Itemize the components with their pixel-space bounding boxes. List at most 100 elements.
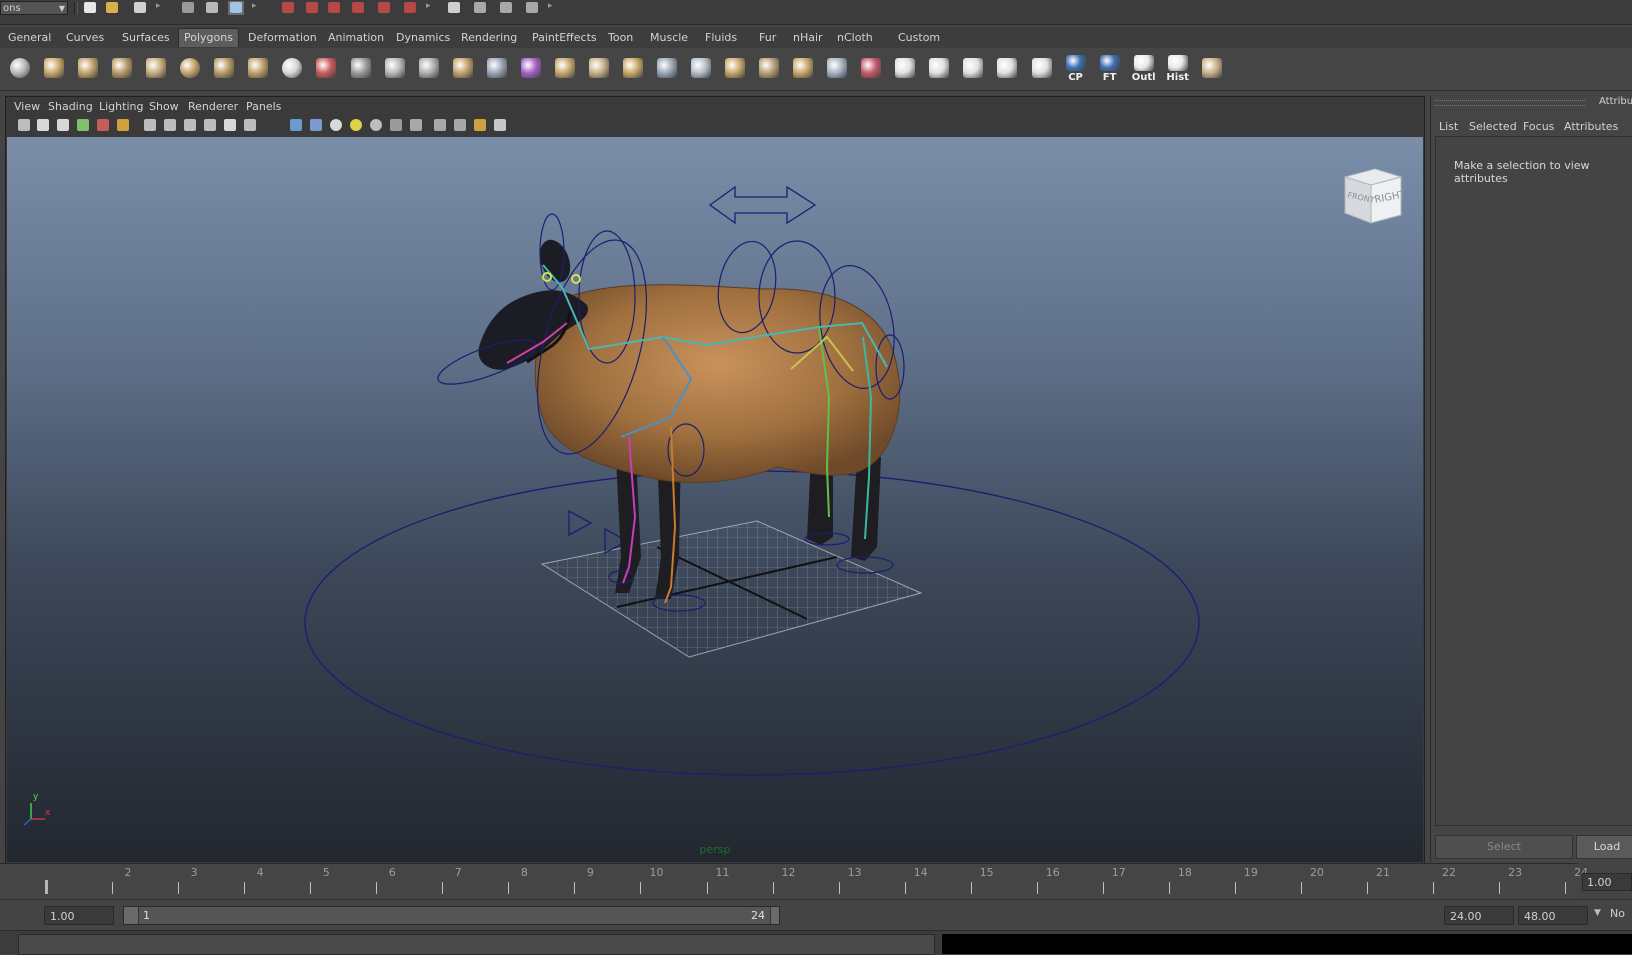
snap-grid-icon[interactable] xyxy=(280,1,296,15)
isolate-select-icon[interactable] xyxy=(390,119,402,131)
append-polygon-button[interactable] xyxy=(584,53,614,83)
shelf-tab-deformation[interactable]: Deformation xyxy=(243,29,322,47)
attr-menu-attributes[interactable]: Attributes xyxy=(1564,120,1618,133)
save-scene-icon[interactable] xyxy=(132,1,148,15)
split-polygon-button[interactable] xyxy=(448,53,478,83)
shadows-icon[interactable] xyxy=(350,119,362,131)
panel-menu-show[interactable]: Show xyxy=(149,100,179,113)
resolution-gate-icon[interactable] xyxy=(144,119,156,131)
collapse-arrow-icon[interactable]: ▸ xyxy=(426,1,431,11)
time-slider[interactable]: 23456789101112131415161718192021222324 xyxy=(0,863,1588,897)
separate-button[interactable] xyxy=(346,53,376,83)
center-pivot-button[interactable]: CP xyxy=(1061,53,1091,83)
start-time-field[interactable]: 1.00 xyxy=(44,906,114,925)
collapse-arrow-icon[interactable]: ▸ xyxy=(548,1,553,11)
four-panel-icon[interactable] xyxy=(474,119,486,131)
poly-cylinder-button[interactable] xyxy=(73,53,103,83)
animation-end-field[interactable]: 48.00 xyxy=(1518,906,1588,925)
freeze-transform-button[interactable]: FT xyxy=(1095,53,1125,83)
shelf-tab-custom[interactable]: Custom xyxy=(893,29,945,47)
collapse-arrow-icon[interactable]: ▸ xyxy=(252,1,257,11)
poly-cone-button[interactable] xyxy=(107,53,137,83)
shelf-tab-polygons[interactable]: Polygons xyxy=(178,28,239,47)
poly-sphere-button[interactable] xyxy=(5,53,35,83)
collapse-arrow-icon[interactable]: ▸ xyxy=(156,1,161,11)
end-time-field[interactable]: 24.00 xyxy=(1444,906,1514,925)
panel-menu-panels[interactable]: Panels xyxy=(246,100,281,113)
shelf-tab-animation[interactable]: Animation xyxy=(323,29,389,47)
new-scene-icon[interactable] xyxy=(82,1,98,15)
render-icon[interactable] xyxy=(446,1,462,15)
wireframe-icon[interactable] xyxy=(224,119,236,131)
range-start-handle[interactable] xyxy=(124,907,139,924)
smooth-shade-icon[interactable] xyxy=(244,119,256,131)
history-icon[interactable] xyxy=(402,1,418,15)
extract-button[interactable] xyxy=(380,53,410,83)
attr-menu-focus[interactable]: Focus xyxy=(1523,120,1554,133)
shelf-tab-toon[interactable]: Toon xyxy=(603,29,638,47)
load-attributes-button[interactable]: Load xyxy=(1576,835,1632,859)
insert-edge-loop-button[interactable] xyxy=(482,53,512,83)
hypershade-icon[interactable] xyxy=(524,1,540,15)
select-button[interactable]: Select xyxy=(1435,835,1573,859)
select-hierarchy-icon[interactable] xyxy=(180,1,196,15)
outliner-panel-icon[interactable] xyxy=(494,119,506,131)
outliner-button[interactable]: Outl xyxy=(1129,53,1159,83)
layer-editor-button[interactable] xyxy=(1197,53,1227,83)
planar-mapping-button[interactable] xyxy=(890,53,920,83)
single-panel-icon[interactable] xyxy=(454,119,466,131)
safe-action-icon[interactable] xyxy=(164,119,176,131)
menu-set-dropdown[interactable]: ons ▼ xyxy=(0,1,68,15)
select-component-icon[interactable] xyxy=(228,1,244,15)
panel-menu-lighting[interactable]: Lighting xyxy=(99,100,143,113)
wedge-button[interactable] xyxy=(720,53,750,83)
shelf-tab-fluids[interactable]: Fluids xyxy=(700,29,742,47)
use-all-lights-icon[interactable] xyxy=(330,119,342,131)
snap-plane-icon[interactable] xyxy=(350,1,366,15)
poly-soccer-ball-button[interactable] xyxy=(277,53,307,83)
move-arrow-control[interactable] xyxy=(708,185,817,225)
render-settings-icon[interactable] xyxy=(498,1,514,15)
shelf-tab-dynamics[interactable]: Dynamics xyxy=(391,29,455,47)
poly-cube-button[interactable] xyxy=(39,53,69,83)
film-gate-icon[interactable] xyxy=(117,119,129,131)
bevel-button[interactable] xyxy=(686,53,716,83)
poly-plane-button[interactable] xyxy=(141,53,171,83)
collapse-button[interactable] xyxy=(788,53,818,83)
merge-vertex-button[interactable] xyxy=(618,53,648,83)
current-time-marker[interactable] xyxy=(45,880,48,894)
xray-joints-icon[interactable] xyxy=(434,119,446,131)
shelf-tab-nhair[interactable]: nHair xyxy=(788,29,828,47)
playback-range-slider[interactable]: 1 24 xyxy=(123,906,780,925)
safe-title-icon[interactable] xyxy=(184,119,196,131)
wireframe-on-shaded-icon[interactable] xyxy=(290,119,302,131)
shelf-tab-rendering[interactable]: Rendering xyxy=(456,29,522,47)
high-quality-icon[interactable] xyxy=(370,119,382,131)
select-object-icon[interactable] xyxy=(204,1,220,15)
shelf-tab-surfaces[interactable]: Surfaces xyxy=(117,29,175,47)
poke-button[interactable] xyxy=(822,53,852,83)
shelf-tab-general[interactable]: General xyxy=(3,29,56,47)
ipr-render-icon[interactable] xyxy=(472,1,488,15)
shelf-tab-painteffects[interactable]: PaintEffects xyxy=(527,29,602,47)
fill-hole-button[interactable] xyxy=(652,53,682,83)
select-camera-icon[interactable] xyxy=(18,119,30,131)
shelf-tab-fur[interactable]: Fur xyxy=(754,29,781,47)
xray-icon[interactable] xyxy=(410,119,422,131)
shelf-tab-curves[interactable]: Curves xyxy=(61,29,109,47)
snap-point-icon[interactable] xyxy=(326,1,342,15)
snap-curve-icon[interactable] xyxy=(304,1,320,15)
camera-attributes-icon[interactable] xyxy=(37,119,49,131)
panel-menu-view[interactable]: View xyxy=(14,100,40,113)
image-plane-icon[interactable] xyxy=(77,119,89,131)
smooth-button[interactable] xyxy=(414,53,444,83)
delete-history-button[interactable]: Hist xyxy=(1163,53,1193,83)
combine-button[interactable] xyxy=(311,53,341,83)
chevron-down-icon[interactable]: ▼ xyxy=(1594,908,1601,918)
textured-icon[interactable] xyxy=(310,119,322,131)
grid-toggle-icon[interactable] xyxy=(97,119,109,131)
mel-command-input[interactable] xyxy=(18,934,935,955)
open-scene-icon[interactable] xyxy=(104,1,120,15)
character-set-field[interactable]: No xyxy=(1610,907,1625,920)
checker-map-button[interactable] xyxy=(1027,53,1057,83)
